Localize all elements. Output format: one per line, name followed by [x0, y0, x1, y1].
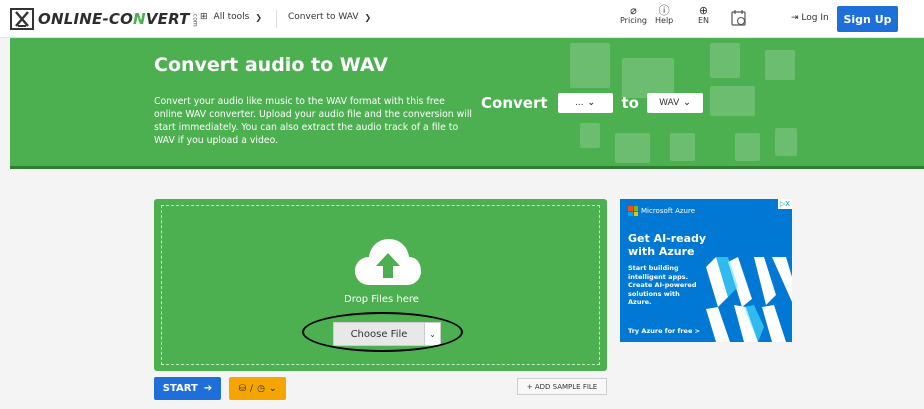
- ad-brand-label: Microsoft Azure: [641, 207, 696, 215]
- chevron-down-icon: ⌄: [683, 98, 691, 108]
- grid-icon: ⊞: [200, 12, 208, 22]
- file-deco-icon: [735, 133, 760, 161]
- ad-cta-link[interactable]: Try Azure for free >: [628, 327, 700, 335]
- convert-label: Convert: [481, 94, 548, 112]
- drop-files-text: Drop Files here: [344, 294, 419, 305]
- convert-menu-label: Convert to WAV: [288, 12, 359, 22]
- login-arrow-icon: ⇥: [791, 13, 799, 23]
- chevron-down-icon: ❯: [364, 12, 372, 22]
- calendar-clock-icon: [731, 10, 746, 26]
- ad-choices-icon[interactable]: ▷X: [778, 199, 792, 209]
- file-deco-icon: [670, 133, 695, 161]
- database-icon: ⛁: [238, 383, 247, 394]
- help-link[interactable]: ⓘ Help: [655, 4, 674, 26]
- cloud-upload-icon: [355, 239, 421, 285]
- chart-deco-icon: [615, 133, 650, 163]
- add-sample-file-button[interactable]: + ADD SAMPLE FILE: [517, 378, 607, 395]
- file-deco-icon: [570, 43, 610, 88]
- file-deco-icon: [580, 123, 600, 148]
- azure-graphic-icon: [706, 257, 792, 342]
- image-deco-icon: [710, 43, 740, 78]
- logo-com-suffix: .com: [191, 11, 199, 27]
- source-format-select[interactable]: ... ⌄: [557, 93, 613, 113]
- convert-to-wav-menu[interactable]: Convert to WAV ❯: [288, 12, 371, 22]
- language-selector[interactable]: ⊕ EN: [698, 4, 710, 26]
- nav-divider: [276, 10, 277, 28]
- site-logo[interactable]: ONLINE-CONVERT .com: [10, 8, 199, 30]
- file-deco-icon: [775, 128, 797, 156]
- page-title: Convert audio to WAV: [154, 54, 388, 76]
- all-tools-label: All tools: [213, 12, 250, 22]
- pricing-link[interactable]: ⌀ Pricing: [620, 4, 647, 26]
- logo-wordmark: ONLINE-CONVERT: [38, 10, 190, 28]
- hero-banner: Convert audio to WAV Convert your audio …: [10, 38, 924, 168]
- options-separator: /: [250, 383, 254, 394]
- to-label: to: [621, 94, 639, 112]
- help-label: Help: [655, 16, 674, 26]
- clock-icon: ◷: [257, 383, 265, 394]
- microsoft-logo-icon: [628, 206, 638, 216]
- chevron-down-icon: ❯: [255, 12, 262, 22]
- advertisement-banner[interactable]: ▷X Microsoft Azure Get AI-ready with Azu…: [620, 199, 792, 342]
- all-tools-menu[interactable]: ⊞ All tools ❯: [200, 12, 262, 22]
- ad-body-text: Start building intelligent apps. Create …: [628, 264, 697, 306]
- chart-deco-icon: [765, 50, 795, 80]
- ad-brand: Microsoft Azure: [628, 206, 695, 216]
- chevron-down-icon: ⌄: [268, 383, 277, 394]
- format-selector-row: Convert ... ⌄ to WAV ⌄: [481, 93, 703, 113]
- target-format-select[interactable]: WAV ⌄: [647, 93, 703, 113]
- top-navigation-bar: ONLINE-CONVERT .com ⊞ All tools ❯ Conver…: [0, 0, 924, 38]
- pdf-deco-icon: [710, 86, 755, 116]
- page-description: Convert your audio like music to the WAV…: [154, 96, 472, 146]
- history-button[interactable]: [731, 9, 747, 27]
- logo-icon: [10, 8, 34, 30]
- chevron-down-icon: ⌄: [587, 98, 596, 108]
- pricing-label: Pricing: [620, 16, 647, 26]
- source-format-value: ...: [574, 98, 584, 108]
- sign-up-button[interactable]: Sign Up: [837, 6, 898, 32]
- storage-options-button[interactable]: ⛁ / ◷ ⌄: [229, 377, 286, 400]
- start-button[interactable]: START ➔: [154, 377, 221, 400]
- target-format-value: WAV: [659, 98, 680, 108]
- login-link[interactable]: ⇥ Log In: [791, 13, 829, 23]
- login-label: Log In: [801, 13, 829, 23]
- start-label: START: [162, 383, 198, 394]
- ad-headline: Get AI-ready with Azure: [628, 232, 707, 258]
- jpg-deco-icon: [622, 58, 674, 98]
- arrow-right-icon: ➔: [203, 383, 213, 394]
- language-label: EN: [698, 16, 710, 26]
- highlight-annotation: [302, 312, 463, 352]
